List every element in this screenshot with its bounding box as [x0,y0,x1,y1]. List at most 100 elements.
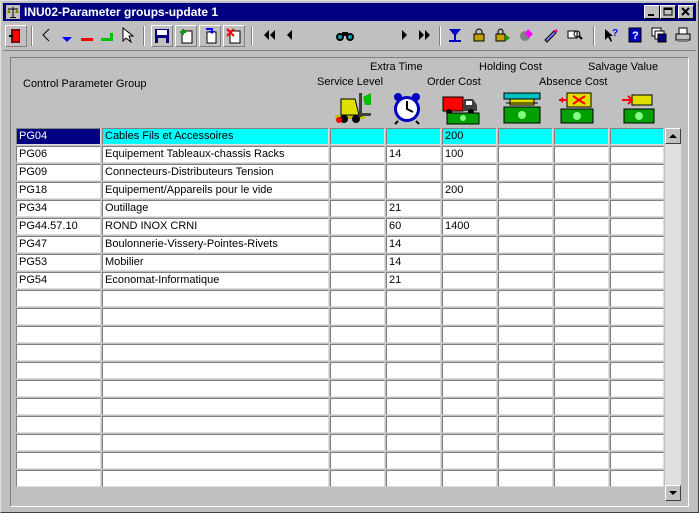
group-code-cell[interactable] [16,380,101,397]
group-name-cell[interactable] [102,362,329,379]
absence-cost-cell[interactable] [554,470,609,487]
service-level-cell[interactable] [330,362,385,379]
scale-app-icon[interactable] [6,5,20,19]
holding-cost-cell[interactable] [498,380,553,397]
group-name-cell[interactable]: Outillage [102,200,329,217]
absence-cost-cell[interactable] [554,218,609,235]
table-row[interactable] [16,290,664,307]
salvage-value-cell[interactable] [610,290,664,307]
service-level-cell[interactable] [330,452,385,469]
extra-time-cell[interactable]: 14 [386,146,441,163]
salvage-value-cell[interactable] [610,326,664,343]
group-code-cell[interactable]: PG34 [16,200,101,217]
group-name-cell[interactable] [102,290,329,307]
extra-time-cell[interactable] [386,182,441,199]
group-name-cell[interactable] [102,416,329,433]
order-cost-cell[interactable] [442,416,497,433]
next-record-button[interactable] [395,25,417,47]
order-cost-cell[interactable] [442,326,497,343]
group-name-cell[interactable]: Equipement/Appareils pour le vide [102,182,329,199]
absence-cost-cell[interactable] [554,200,609,217]
salvage-value-cell[interactable] [610,200,664,217]
order-cost-cell[interactable] [442,236,497,253]
lock-next-button[interactable] [493,25,515,47]
service-level-cell[interactable] [330,344,385,361]
group-code-cell[interactable]: PG06 [16,146,101,163]
save-button[interactable] [151,25,173,47]
add-record-button[interactable] [175,25,197,47]
service-level-cell[interactable] [330,326,385,343]
order-cost-cell[interactable] [442,434,497,451]
order-cost-cell[interactable] [442,254,497,271]
holding-cost-cell[interactable] [498,434,553,451]
service-level-cell[interactable] [330,146,385,163]
table-row[interactable] [16,398,664,415]
service-level-cell[interactable] [330,164,385,181]
context-help-button[interactable]: ? [601,25,623,47]
print-button[interactable] [673,25,695,47]
salvage-value-cell[interactable] [610,236,664,253]
holding-cost-cell[interactable] [498,164,553,181]
service-level-cell[interactable] [330,416,385,433]
table-row[interactable]: PG54 Economat-Informatique 21 [16,272,664,289]
salvage-value-cell[interactable] [610,164,664,181]
service-level-cell[interactable] [330,272,385,289]
group-name-cell[interactable] [102,434,329,451]
absence-cost-cell[interactable] [554,416,609,433]
order-cost-cell[interactable]: 100 [442,146,497,163]
table-row[interactable] [16,362,664,379]
absence-cost-cell[interactable] [554,254,609,271]
order-cost-cell[interactable] [442,470,497,487]
holding-cost-cell[interactable] [498,254,553,271]
table-row[interactable] [16,308,664,325]
group-code-cell[interactable]: PG53 [16,254,101,271]
absence-cost-cell[interactable] [554,362,609,379]
service-level-cell[interactable] [330,398,385,415]
salvage-value-cell[interactable] [610,272,664,289]
table-row[interactable]: PG53 Mobilier 14 [16,254,664,271]
absence-cost-cell[interactable] [554,236,609,253]
windows-button[interactable] [649,25,671,47]
lock-button[interactable] [469,25,491,47]
extra-time-cell[interactable] [386,308,441,325]
salvage-value-cell[interactable] [610,128,664,145]
service-level-cell[interactable] [330,182,385,199]
table-row[interactable] [16,470,664,487]
extra-time-cell[interactable] [386,398,441,415]
delete-record-button[interactable] [223,25,245,47]
extra-time-cell[interactable] [386,326,441,343]
order-cost-cell[interactable] [442,200,497,217]
extra-time-cell[interactable]: 14 [386,254,441,271]
extra-time-cell[interactable]: 21 [386,272,441,289]
group-name-cell[interactable] [102,470,329,487]
order-cost-cell[interactable] [442,290,497,307]
salvage-value-cell[interactable] [610,398,664,415]
order-cost-cell[interactable] [442,308,497,325]
order-cost-cell[interactable] [442,452,497,469]
order-cost-cell[interactable] [442,272,497,289]
service-level-cell[interactable] [330,380,385,397]
salvage-value-cell[interactable] [610,434,664,451]
holding-cost-cell[interactable] [498,452,553,469]
group-code-cell[interactable] [16,344,101,361]
service-level-cell[interactable] [330,290,385,307]
salvage-value-cell[interactable] [610,362,664,379]
group-code-cell[interactable]: PG18 [16,182,101,199]
group-code-cell[interactable] [16,308,101,325]
holding-cost-cell[interactable] [498,218,553,235]
first-record-button[interactable] [259,25,281,47]
group-code-cell[interactable]: PG47 [16,236,101,253]
service-level-cell[interactable] [330,218,385,235]
salvage-value-cell[interactable] [610,452,664,469]
table-row[interactable] [16,326,664,343]
prev-record-button[interactable] [279,25,301,47]
group-code-cell[interactable] [16,398,101,415]
absence-cost-cell[interactable] [554,452,609,469]
nav-prev-button[interactable] [37,25,59,47]
exit-button[interactable] [5,25,27,47]
salvage-value-cell[interactable] [610,344,664,361]
absence-cost-cell[interactable] [554,272,609,289]
extra-time-cell[interactable] [386,434,441,451]
absence-cost-cell[interactable] [554,146,609,163]
order-cost-cell[interactable]: 200 [442,182,497,199]
